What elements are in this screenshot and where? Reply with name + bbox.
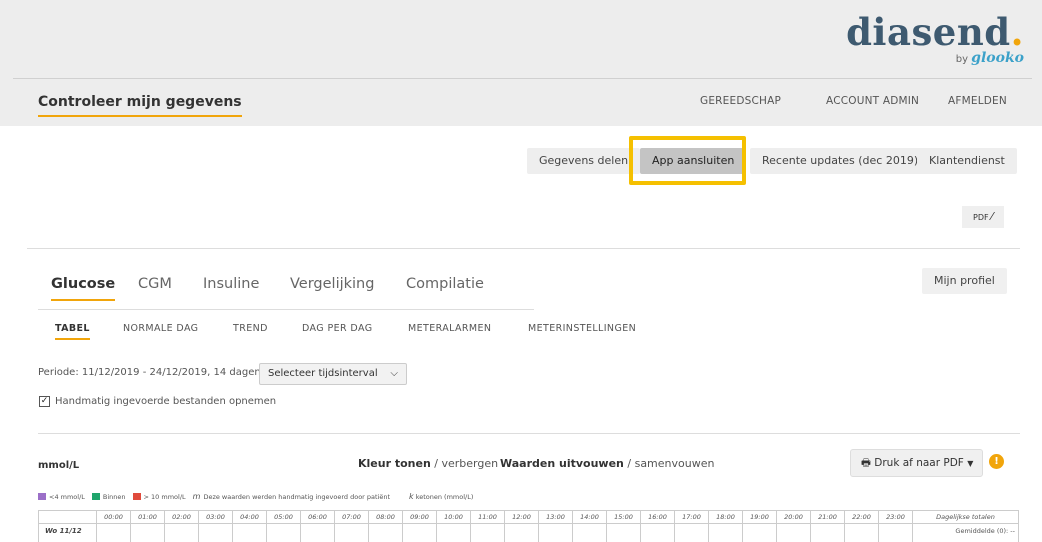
divider [27,248,1020,249]
hour-header: 05:00 [266,510,301,524]
logo-dot: . [1010,10,1024,54]
chevron-down-icon: ⌵ [390,368,398,379]
corner-cell [38,510,97,524]
customer-service-button[interactable]: Klantendienst [917,148,1017,174]
legend-high-swatch [132,493,141,500]
hour-header: 10:00 [436,510,471,524]
hour-header: 17:00 [674,510,709,524]
manual-symbol: m [192,492,201,501]
header-divider [13,78,1032,79]
subtab-tabel[interactable]: TABEL [55,323,90,340]
hour-header: 18:00 [708,510,743,524]
subtab-normale-dag[interactable]: NORMALE DAG [123,323,198,338]
hour-header: 01:00 [130,510,165,524]
caret-down-icon: ▼ [967,459,974,468]
hour-header: 06:00 [300,510,335,524]
nav-account-admin[interactable]: ACCOUNT ADMIN [826,95,919,107]
hour-header: 03:00 [198,510,233,524]
tab-cgm[interactable]: CGM [138,276,172,299]
hour-header: 09:00 [402,510,437,524]
table-header-row: 00:00 01:00 02:00 03:00 04:00 05:00 06:0… [38,510,1019,524]
collapse-values-link[interactable]: / samenvouwen [624,457,714,470]
logo-name: diasend [846,10,1011,54]
printer-icon: 🖶 [861,457,871,469]
hour-header: 04:00 [232,510,267,524]
hour-header: 16:00 [640,510,675,524]
hour-header: 21:00 [810,510,845,524]
hour-header: 14:00 [572,510,607,524]
recent-updates-button[interactable]: Recente updates (dec 2019) [750,148,931,174]
unit-label: mmol/L [38,460,80,471]
color-toggle[interactable]: Kleur tonen / verbergen [358,457,498,470]
hour-header: 12:00 [504,510,539,524]
main-panel: Gegevens delen App aansluiten Recente up… [0,126,1042,542]
tab-compilatie[interactable]: Compilatie [406,276,484,299]
tab-insuline[interactable]: Insuline [203,276,259,299]
hour-header: 22:00 [844,510,879,524]
subtab-trend[interactable]: TREND [233,323,268,338]
print-pdf-button[interactable]: 🖶 Druk af naar PDF ▼ [850,449,983,477]
legend-low: <4 mmol/L [49,492,85,501]
daily-total: Gemiddelde (0): -- [912,523,1019,542]
print-label: Druk af naar PDF [874,457,964,469]
hide-color-link[interactable]: / verbergen [431,457,498,470]
day-label: Wo 11/12 [38,523,97,542]
tab-bar: Glucose CGM Insuline Vergelijking Compil… [38,276,534,310]
period-text: Periode: 11/12/2019 - 24/12/2019, 14 dag… [38,367,261,378]
app-header: diasend. by glooko Controleer mijn gegev… [0,0,1042,126]
expand-values-link[interactable]: Waarden uitvouwen [500,457,624,470]
subtab-dag-per-dag[interactable]: DAG PER DAG [302,323,372,338]
subtab-meterinstellingen[interactable]: METERINSTELLINGEN [528,323,636,338]
hour-header: 08:00 [368,510,403,524]
legend-manual: Deze waarden werden handmatig ingevoerd … [203,492,391,501]
hour-header: 23:00 [878,510,913,524]
logo-by: by [955,54,968,65]
nav-gereedschap[interactable]: GEREEDSCHAP [700,95,781,107]
legend-high: > 10 mmol/L [143,492,186,501]
highlight-box [629,136,746,185]
color-legend: <4 mmol/L Binnen > 10 mmol/L m Deze waard… [38,492,480,501]
glooko-logo: glooko [971,50,1024,66]
hour-header: 07:00 [334,510,369,524]
legend-in: Binnen [102,492,126,501]
pdf-label: PDF [973,213,989,222]
hour-header: 11:00 [470,510,505,524]
tab-vergelijking[interactable]: Vergelijking [290,276,374,299]
glucose-table: 00:00 01:00 02:00 03:00 04:00 05:00 06:0… [38,510,1019,542]
checkbox-label: Handmatig ingevoerde bestanden opnemen [55,396,277,407]
hour-header: 19:00 [742,510,777,524]
my-profile-button[interactable]: Mijn profiel [922,268,1007,294]
hour-header: 02:00 [164,510,199,524]
select-label: Selecteer tijdsinterval [268,368,378,379]
legend-in-swatch [91,493,100,500]
legend-low-swatch [38,493,46,500]
hour-header: 00:00 [96,510,131,524]
legend-ketone: ketonen (mmol/L) [415,492,474,501]
pdf-button[interactable]: PDF ⁄ [962,206,1004,228]
checkbox-icon[interactable]: ✓ [39,396,50,407]
hour-header: 13:00 [538,510,573,524]
nav-afmelden[interactable]: AFMELDEN [948,95,1007,107]
tab-glucose[interactable]: Glucose [51,276,116,301]
diasend-logo: diasend. by glooko [846,12,1024,66]
hour-header: 15:00 [606,510,641,524]
divider [38,433,1020,434]
time-interval-select[interactable]: Selecteer tijdsinterval ⌵ [259,363,407,385]
warning-icon[interactable]: ! [989,454,1004,469]
page-title: Controleer mijn gegevens [38,94,242,117]
totals-header: Dagelijkse totalen [912,510,1019,524]
values-toggle[interactable]: Waarden uitvouwen / samenvouwen [500,457,714,470]
wand-icon: ⁄ [991,210,993,223]
ketone-symbol: k [409,492,414,501]
table-row: Wo 11/12 Gemiddelde (0): -- [38,523,1019,542]
manual-entries-checkbox[interactable]: ✓ Handmatig ingevoerde bestanden opnemen [39,396,276,407]
share-data-button[interactable]: Gegevens delen [527,148,641,174]
show-color-link[interactable]: Kleur tonen [358,457,431,470]
subtab-meteralarmen[interactable]: METERALARMEN [408,323,491,338]
hour-header: 20:00 [776,510,811,524]
